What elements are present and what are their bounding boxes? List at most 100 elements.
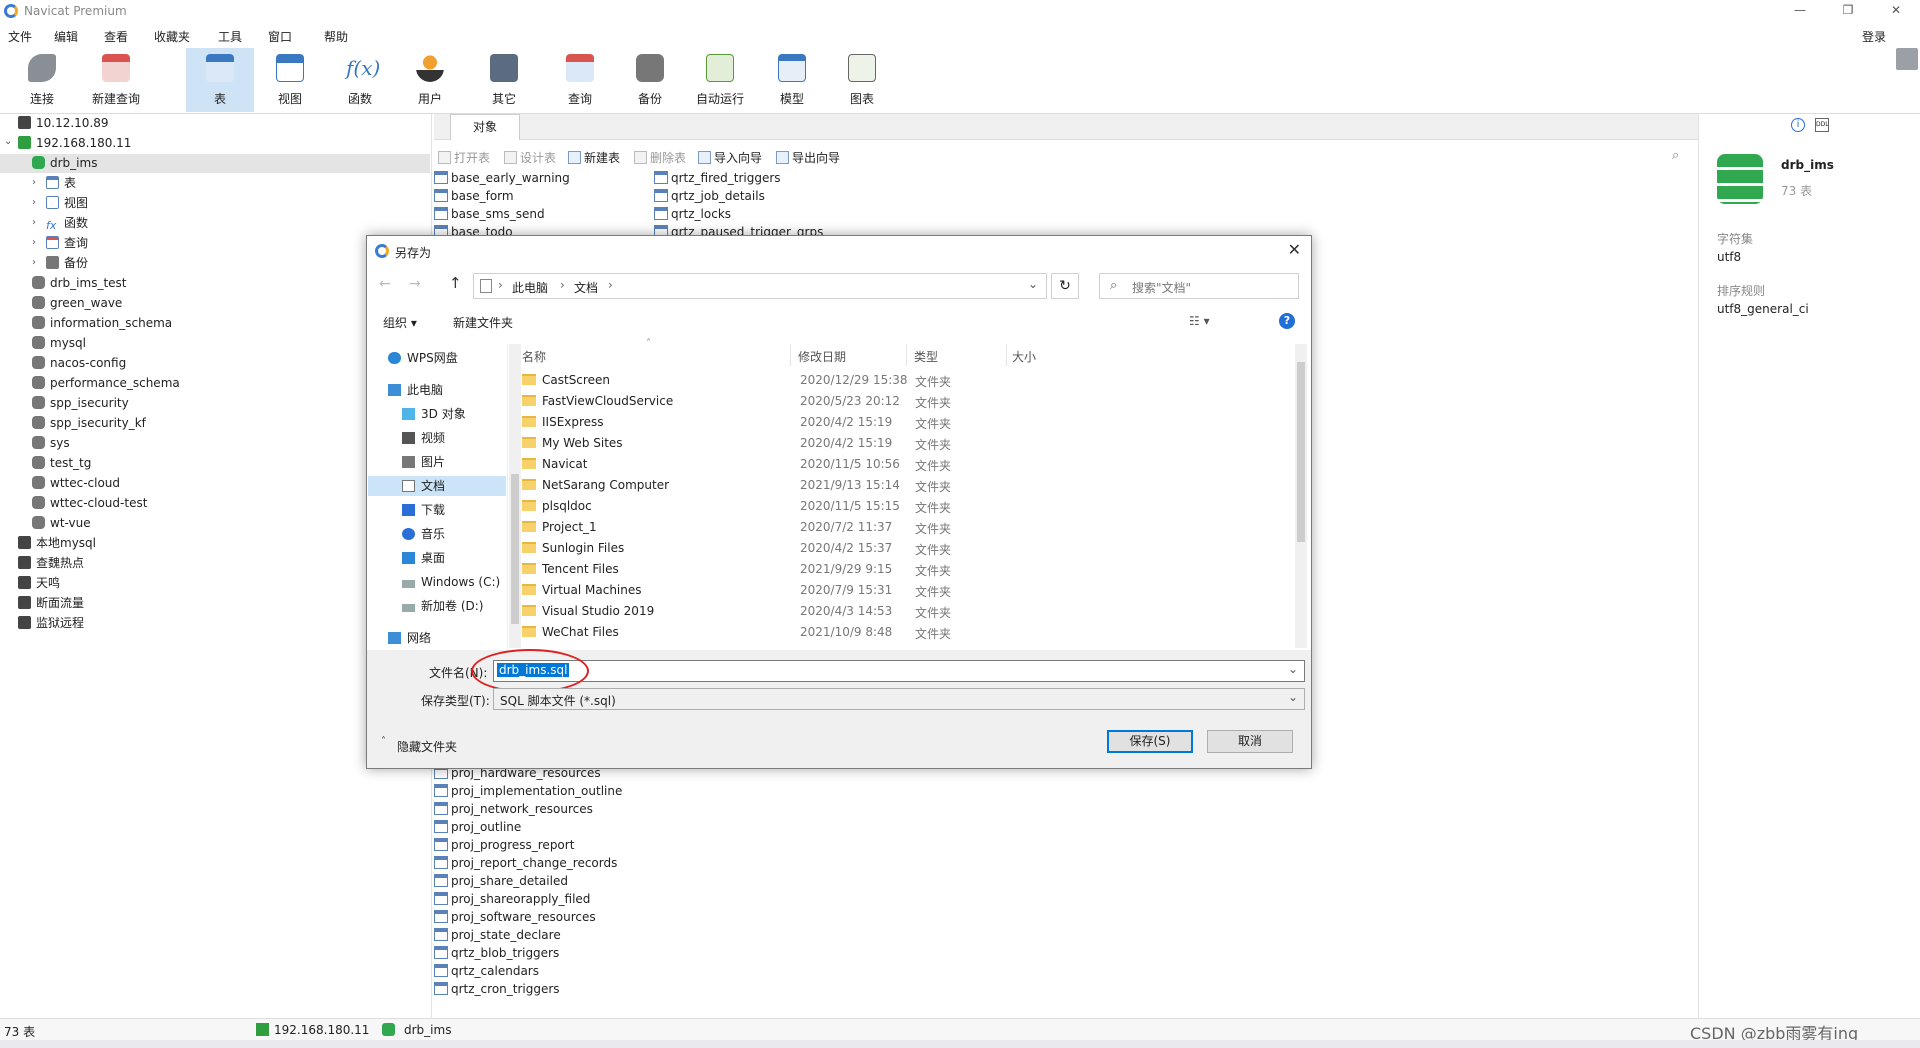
nav-music[interactable]: 音乐 [402,524,445,544]
column-type[interactable]: 类型 [914,348,938,365]
tree-database[interactable]: drb_ims_test [32,274,127,293]
tree-item-tables[interactable]: 表 [46,174,76,193]
address-bar[interactable]: › 此电脑 › 文档 › ⌄ [473,273,1047,299]
ddl-icon[interactable]: DDL [1815,118,1829,132]
table-list-item[interactable]: qrtz_calendars [434,962,539,980]
toolbar-function-button[interactable]: f(x) 函数 [326,48,394,112]
tree-database-active[interactable]: drb_ims [0,154,430,173]
forward-arrow-icon[interactable]: → [409,276,421,292]
up-arrow-icon[interactable]: ↑ [449,274,462,292]
chevron-right-icon[interactable]: › [32,257,36,268]
filename-input[interactable]: drb_ims.sql ⌄ [493,660,1305,682]
tree-connection[interactable]: 天鸣 [18,574,60,593]
info-icon[interactable]: i [1791,118,1805,132]
tab-objects[interactable]: 对象 [450,114,520,140]
menu-help[interactable]: 帮助 [324,28,348,45]
export-wizard-button[interactable]: 导出向导 [776,149,840,166]
tree-database[interactable]: performance_schema [32,374,180,393]
toolbar-other-button[interactable]: 其它 [470,48,538,112]
minimize-button[interactable]: — [1780,0,1820,22]
help-icon[interactable]: ? [1279,313,1295,329]
file-scroll-thumb[interactable] [1297,362,1305,542]
breadcrumb-documents[interactable]: 文档 [574,279,598,296]
nav-drive-d[interactable]: 新加卷 (D:) [402,596,483,616]
table-list-item[interactable]: proj_network_resources [434,800,593,818]
toolbar-view-button[interactable]: 视图 [256,48,324,112]
close-window-button[interactable]: ✕ [1876,0,1916,22]
table-list-item[interactable]: qrtz_blob_triggers [434,944,559,962]
table-list-item[interactable]: proj_state_declare [434,926,561,944]
restore-button[interactable]: ❐ [1828,0,1868,22]
menu-file[interactable]: 文件 [8,28,32,45]
refresh-button[interactable]: ↻ [1051,273,1079,299]
nav-wps-cloud[interactable]: WPS网盘 [388,348,458,368]
table-list-item[interactable]: proj_report_change_records [434,854,617,872]
tree-database[interactable]: wttec-cloud [32,474,120,493]
tree-database[interactable]: information_schema [32,314,172,333]
file-row[interactable]: Navicat 2020/11/5 10:56 文件夹 [522,454,1022,475]
toolbar-automation-button[interactable]: 自动运行 [686,48,754,112]
chevron-right-icon[interactable]: › [32,197,36,208]
tree-database[interactable]: sys [32,434,70,453]
table-list-item[interactable]: proj_outline [434,818,521,836]
tree-database[interactable]: nacos-config [32,354,126,373]
menu-tools[interactable]: 工具 [218,28,242,45]
nav-scrollbar[interactable] [509,344,521,648]
table-list-item[interactable]: base_early_warning [434,169,570,187]
table-list-item[interactable]: qrtz_fired_triggers [654,169,781,187]
tree-database[interactable]: mysql [32,334,86,353]
chevron-right-icon[interactable]: › [32,237,36,248]
file-list-scrollbar[interactable] [1295,344,1307,648]
column-date[interactable]: 修改日期 [798,348,846,365]
login-link[interactable]: 登录 [1862,28,1886,45]
nav-this-pc[interactable]: 此电脑 [388,380,443,400]
design-table-button[interactable]: 设计表 [504,149,556,166]
toolbar-model-button[interactable]: 模型 [758,48,826,112]
table-list-item[interactable]: qrtz_cron_triggers [434,980,560,998]
file-row[interactable]: Project_1 2020/7/2 11:37 文件夹 [522,517,1022,538]
table-list-item[interactable]: base_sms_send [434,205,545,223]
tree-connection[interactable]: 断面流量 [18,594,84,613]
table-list-item[interactable]: qrtz_job_details [654,187,765,205]
new-table-button[interactable]: 新建表 [568,149,620,166]
dialog-close-icon[interactable]: ✕ [1288,240,1301,259]
new-folder-button[interactable]: 新建文件夹 [453,314,513,331]
toolbar-new-query-button[interactable]: 新建查询 [82,48,150,112]
chevron-down-icon[interactable]: ⌄ [1028,277,1038,291]
toolbar-table-button[interactable]: 表 [186,48,254,112]
chevron-down-icon[interactable]: ⌄ [1288,662,1298,676]
nav-downloads[interactable]: 下载 [402,500,445,520]
chevron-right-icon[interactable]: › [32,217,36,228]
tree-connection[interactable]: 监狱远程 [18,614,84,633]
import-wizard-button[interactable]: 导入向导 [698,149,762,166]
tree-database[interactable]: wt-vue [32,514,91,533]
toolbar-chart-button[interactable]: 图表 [828,48,896,112]
menu-window[interactable]: 窗口 [268,28,292,45]
delete-table-button[interactable]: 删除表 [634,149,686,166]
column-name[interactable]: 名称 [522,348,546,365]
menu-view[interactable]: 查看 [104,28,128,45]
file-row[interactable]: Sunlogin Files 2020/4/2 15:37 文件夹 [522,538,1022,559]
tree-item-functions[interactable]: fx 函数 [46,214,88,233]
toolbar-connect-button[interactable]: 连接 [8,48,76,112]
hide-folders-button[interactable]: 隐藏文件夹 [397,738,457,755]
nav-pictures[interactable]: 图片 [402,452,445,472]
table-list-item[interactable]: proj_software_resources [434,908,596,926]
nav-network[interactable]: 网络 [388,628,431,648]
file-row[interactable]: Visual Studio 2019 2020/4/3 14:53 文件夹 [522,601,1022,622]
file-row[interactable]: WeChat Files 2021/10/9 8:48 文件夹 [522,622,1022,643]
nav-3d-objects[interactable]: 3D 对象 [402,404,466,424]
tree-database[interactable]: spp_isecurity [32,394,129,413]
search-icon[interactable]: ⌕ [1672,148,1679,163]
menu-edit[interactable]: 编辑 [54,28,78,45]
tree-database[interactable]: test_tg [32,454,91,473]
column-size[interactable]: 大小 [1012,348,1036,365]
nav-drive-c[interactable]: Windows (C:) [402,572,500,592]
file-row[interactable]: Tencent Files 2021/9/29 9:15 文件夹 [522,559,1022,580]
search-box[interactable]: ⌕ 搜索"文档" [1099,273,1299,299]
tree-connection[interactable]: 192.168.180.11 [18,134,131,153]
tree-database[interactable]: spp_isecurity_kf [32,414,146,433]
toolbar-user-button[interactable]: 用户 [396,48,464,112]
nav-documents[interactable]: 文档 [368,476,506,496]
menu-favorites[interactable]: 收藏夹 [154,28,190,45]
